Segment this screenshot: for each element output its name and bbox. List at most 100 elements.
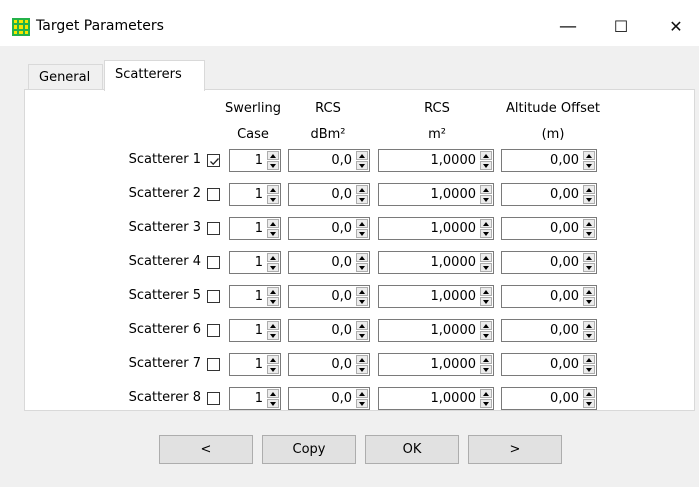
rcs-m2-spinbox[interactable]: 1,0000 [378,251,494,274]
close-button[interactable]: ✕ [653,8,699,44]
spin-up-icon[interactable] [356,219,368,228]
tab-general[interactable]: General [28,64,103,90]
rcs-m2-spinbox[interactable]: 1,0000 [378,319,494,342]
maximize-button[interactable]: ☐ [598,8,644,44]
spin-up-icon[interactable] [583,389,595,398]
altitude-offset-spinbox[interactable]: 0,00 [501,149,597,172]
altitude-offset-spinbox[interactable]: 0,00 [501,285,597,308]
spin-arrows[interactable] [480,321,492,340]
spin-arrows[interactable] [356,355,368,374]
spin-down-icon[interactable] [356,399,368,408]
spin-up-icon[interactable] [583,287,595,296]
spin-arrows[interactable] [480,253,492,272]
spin-down-icon[interactable] [480,195,492,204]
swerling-case-spinbox[interactable]: 1 [229,353,281,376]
spin-arrows[interactable] [583,185,595,204]
spin-up-icon[interactable] [480,185,492,194]
spin-down-icon[interactable] [480,399,492,408]
spin-arrows[interactable] [267,287,279,306]
rcs-m2-spinbox[interactable]: 1,0000 [378,387,494,410]
spin-up-icon[interactable] [356,185,368,194]
spin-up-icon[interactable] [356,151,368,160]
spin-arrows[interactable] [267,321,279,340]
spin-down-icon[interactable] [356,229,368,238]
spin-arrows[interactable] [583,219,595,238]
spin-up-icon[interactable] [480,321,492,330]
spin-down-icon[interactable] [480,297,492,306]
spin-up-icon[interactable] [267,151,279,160]
altitude-offset-spinbox[interactable]: 0,00 [501,217,597,240]
rcs-m2-spinbox[interactable]: 1,0000 [378,353,494,376]
spin-arrows[interactable] [583,389,595,408]
spin-up-icon[interactable] [267,321,279,330]
spin-down-icon[interactable] [480,229,492,238]
spin-up-icon[interactable] [356,253,368,262]
spin-arrows[interactable] [356,253,368,272]
altitude-offset-spinbox[interactable]: 0,00 [501,353,597,376]
spin-down-icon[interactable] [267,263,279,272]
spin-up-icon[interactable] [583,355,595,364]
rcs-dbm2-spinbox[interactable]: 0,0 [288,387,370,410]
swerling-case-spinbox[interactable]: 1 [229,183,281,206]
spin-up-icon[interactable] [583,151,595,160]
swerling-case-spinbox[interactable]: 1 [229,217,281,240]
spin-up-icon[interactable] [267,219,279,228]
altitude-offset-spinbox[interactable]: 0,00 [501,251,597,274]
spin-up-icon[interactable] [480,389,492,398]
swerling-case-spinbox[interactable]: 1 [229,319,281,342]
spin-arrows[interactable] [356,389,368,408]
spin-down-icon[interactable] [267,195,279,204]
spin-arrows[interactable] [356,219,368,238]
spin-down-icon[interactable] [356,297,368,306]
swerling-case-spinbox[interactable]: 1 [229,149,281,172]
spin-down-icon[interactable] [356,195,368,204]
spin-down-icon[interactable] [583,365,595,374]
spin-up-icon[interactable] [356,321,368,330]
spin-down-icon[interactable] [583,195,595,204]
spin-up-icon[interactable] [267,253,279,262]
rcs-dbm2-spinbox[interactable]: 0,0 [288,353,370,376]
copy-button[interactable]: Copy [262,435,356,464]
spin-down-icon[interactable] [480,161,492,170]
spin-up-icon[interactable] [480,253,492,262]
rcs-dbm2-spinbox[interactable]: 0,0 [288,183,370,206]
spin-up-icon[interactable] [583,321,595,330]
swerling-case-spinbox[interactable]: 1 [229,251,281,274]
spin-down-icon[interactable] [583,297,595,306]
spin-arrows[interactable] [480,185,492,204]
scatterer-enable-checkbox[interactable] [207,256,220,269]
spin-down-icon[interactable] [480,331,492,340]
spin-up-icon[interactable] [480,287,492,296]
spin-down-icon[interactable] [480,263,492,272]
scatterer-enable-checkbox[interactable] [207,188,220,201]
spin-arrows[interactable] [356,321,368,340]
spin-down-icon[interactable] [583,229,595,238]
rcs-dbm2-spinbox[interactable]: 0,0 [288,217,370,240]
previous-button[interactable]: < [159,435,253,464]
spin-arrows[interactable] [583,253,595,272]
swerling-case-spinbox[interactable]: 1 [229,285,281,308]
spin-up-icon[interactable] [480,219,492,228]
rcs-m2-spinbox[interactable]: 1,0000 [378,217,494,240]
spin-down-icon[interactable] [267,365,279,374]
spin-arrows[interactable] [480,389,492,408]
next-button[interactable]: > [468,435,562,464]
spin-down-icon[interactable] [267,229,279,238]
spin-down-icon[interactable] [356,263,368,272]
scatterer-enable-checkbox[interactable] [207,290,220,303]
altitude-offset-spinbox[interactable]: 0,00 [501,319,597,342]
minimize-button[interactable]: — [545,8,591,44]
spin-arrows[interactable] [480,355,492,374]
spin-arrows[interactable] [267,389,279,408]
rcs-dbm2-spinbox[interactable]: 0,0 [288,319,370,342]
spin-down-icon[interactable] [356,365,368,374]
spin-up-icon[interactable] [583,219,595,228]
spin-down-icon[interactable] [356,161,368,170]
spin-up-icon[interactable] [356,355,368,364]
ok-button[interactable]: OK [365,435,459,464]
spin-down-icon[interactable] [267,331,279,340]
spin-arrows[interactable] [356,151,368,170]
rcs-dbm2-spinbox[interactable]: 0,0 [288,149,370,172]
spin-up-icon[interactable] [267,287,279,296]
rcs-m2-spinbox[interactable]: 1,0000 [378,149,494,172]
